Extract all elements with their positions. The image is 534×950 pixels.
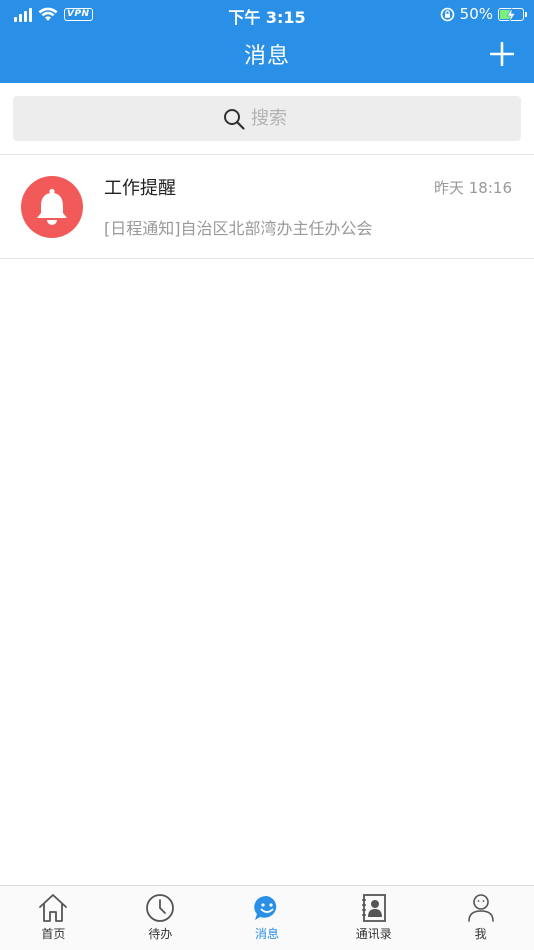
- tab-messages[interactable]: 消息: [214, 886, 321, 950]
- message-time: 昨天 18:16: [434, 179, 512, 197]
- user-icon: [467, 894, 494, 922]
- tab-label: 待办: [148, 927, 173, 941]
- tab-label: 消息: [254, 927, 279, 941]
- tab-label: 我: [474, 927, 487, 941]
- search-field[interactable]: [13, 96, 521, 141]
- search-icon: [224, 108, 245, 130]
- home-icon: [39, 894, 68, 922]
- app-header: VPN 下午 3:15 50% 消息: [0, 0, 534, 83]
- message-item[interactable]: 工作提醒 昨天 18:16 [日程通知]自治区北部湾办主任办公会: [0, 155, 534, 259]
- tab-label: 首页: [41, 927, 66, 941]
- status-bar: VPN 下午 3:15 50%: [0, 0, 534, 28]
- tab-todo[interactable]: 待办: [107, 886, 214, 950]
- tab-me[interactable]: 我: [427, 886, 534, 950]
- bell-icon: [37, 188, 67, 225]
- message-title: 工作提醒: [104, 178, 176, 199]
- message-preview: [日程通知]自治区北部湾办主任办公会: [104, 219, 373, 238]
- battery-percent: 50%: [459, 5, 493, 23]
- tab-label: 通讯录: [355, 927, 392, 941]
- search-bar: [0, 83, 534, 155]
- rotation-lock-icon: [440, 7, 454, 21]
- search-input[interactable]: [251, 108, 311, 129]
- clock-icon: [146, 894, 175, 922]
- contacts-book-icon: [361, 894, 386, 922]
- message-avatar: [21, 176, 83, 238]
- chat-smile-icon: [254, 895, 277, 920]
- status-right: 50%: [440, 5, 527, 23]
- add-button[interactable]: [490, 42, 514, 66]
- tab-bar: 首页 待办 消息 通讯录 我: [0, 885, 534, 950]
- message-list: 工作提醒 昨天 18:16 [日程通知]自治区北部湾办主任办公会: [0, 155, 534, 259]
- tab-contacts[interactable]: 通讯录: [320, 886, 427, 950]
- tab-home[interactable]: 首页: [0, 886, 107, 950]
- battery-icon: [498, 7, 527, 22]
- page-title: 消息: [243, 44, 290, 69]
